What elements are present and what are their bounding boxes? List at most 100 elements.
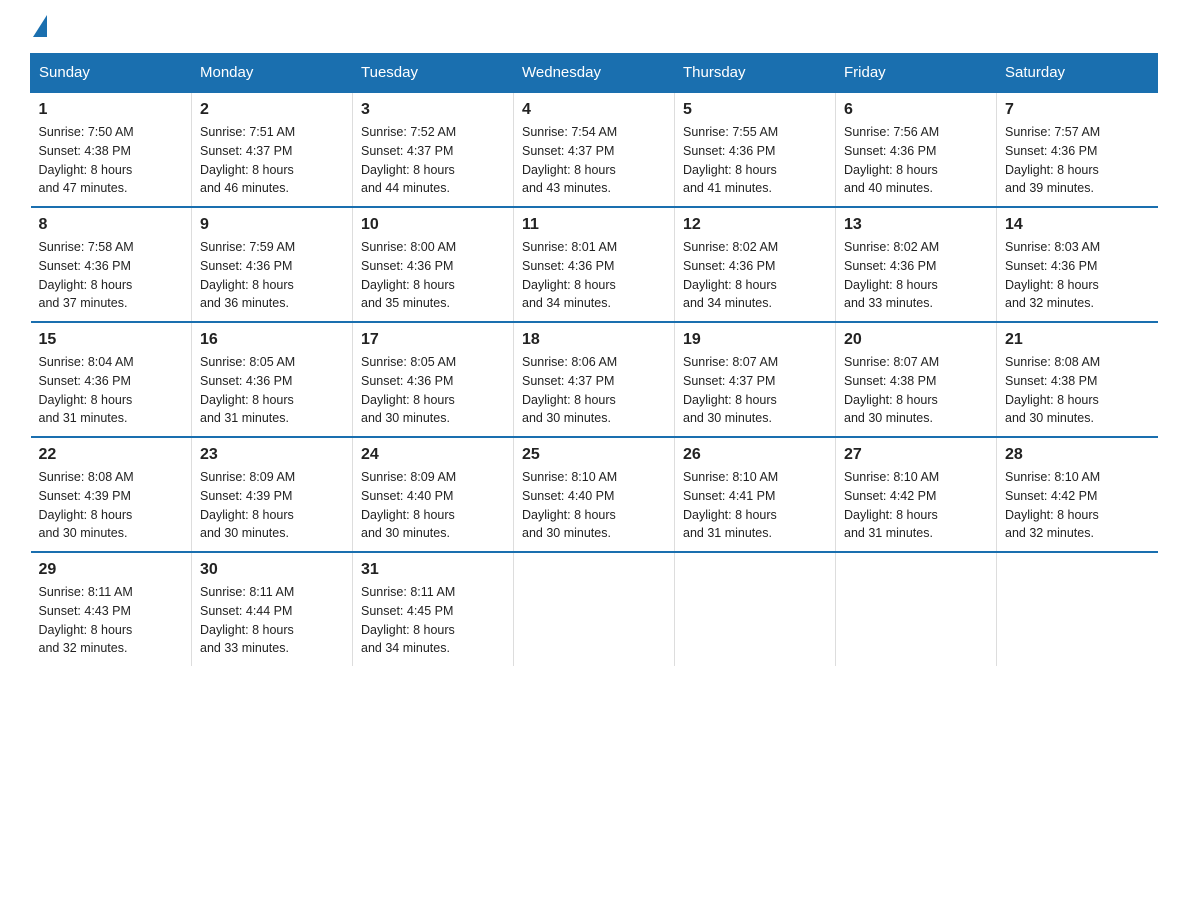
day-info: Sunrise: 8:07 AMSunset: 4:37 PMDaylight:… bbox=[683, 353, 827, 428]
calendar-week-row: 8 Sunrise: 7:58 AMSunset: 4:36 PMDaylight… bbox=[31, 207, 1158, 322]
day-number: 18 bbox=[522, 331, 666, 349]
day-number: 16 bbox=[200, 331, 344, 349]
calendar-cell: 19Sunrise: 8:07 AMSunset: 4:37 PMDayligh… bbox=[675, 322, 836, 437]
day-number: 26 bbox=[683, 446, 827, 464]
calendar-cell: 10 Sunrise: 8:00 AMSunset: 4:36 PMDayligh… bbox=[353, 207, 514, 322]
day-number: 22 bbox=[39, 446, 184, 464]
day-info: Sunrise: 8:10 AMSunset: 4:40 PMDaylight:… bbox=[522, 468, 666, 543]
calendar-cell: 20 Sunrise: 8:07 AMSunset: 4:38 PMDayligh… bbox=[836, 322, 997, 437]
calendar-table: SundayMondayTuesdayWednesdayThursdayFrid… bbox=[30, 53, 1158, 666]
day-info: Sunrise: 7:54 AMSunset: 4:37 PMDaylight:… bbox=[522, 123, 666, 198]
day-info: Sunrise: 7:56 AMSunset: 4:36 PMDaylight:… bbox=[844, 123, 988, 198]
calendar-cell: 15 Sunrise: 8:04 AMSunset: 4:36 PMDayligh… bbox=[31, 322, 192, 437]
day-number: 23 bbox=[200, 446, 344, 464]
day-info: Sunrise: 8:05 AMSunset: 4:36 PMDaylight:… bbox=[200, 353, 344, 428]
day-number: 7 bbox=[1005, 101, 1150, 119]
day-number: 21 bbox=[1005, 331, 1150, 349]
calendar-cell: 4 Sunrise: 7:54 AMSunset: 4:37 PMDaylight… bbox=[514, 92, 675, 207]
day-info: Sunrise: 8:10 AMSunset: 4:42 PMDaylight:… bbox=[844, 468, 988, 543]
calendar-cell: 9Sunrise: 7:59 AMSunset: 4:36 PMDaylight… bbox=[192, 207, 353, 322]
day-number: 2 bbox=[200, 101, 344, 119]
calendar-body: 1 Sunrise: 7:50 AMSunset: 4:38 PMDaylight… bbox=[31, 92, 1158, 666]
day-info: Sunrise: 7:52 AMSunset: 4:37 PMDaylight:… bbox=[361, 123, 505, 198]
logo-triangle-icon bbox=[33, 15, 47, 37]
calendar-week-row: 29 Sunrise: 8:11 AMSunset: 4:43 PMDayligh… bbox=[31, 552, 1158, 666]
calendar-cell: 18Sunrise: 8:06 AMSunset: 4:37 PMDayligh… bbox=[514, 322, 675, 437]
calendar-header: SundayMondayTuesdayWednesdayThursdayFrid… bbox=[31, 54, 1158, 93]
calendar-cell: 26 Sunrise: 8:10 AMSunset: 4:41 PMDayligh… bbox=[675, 437, 836, 552]
calendar-cell: 25 Sunrise: 8:10 AMSunset: 4:40 PMDayligh… bbox=[514, 437, 675, 552]
calendar-cell: 12 Sunrise: 8:02 AMSunset: 4:36 PMDayligh… bbox=[675, 207, 836, 322]
day-info: Sunrise: 8:03 AMSunset: 4:36 PMDaylight:… bbox=[1005, 238, 1150, 313]
calendar-cell: 7 Sunrise: 7:57 AMSunset: 4:36 PMDaylight… bbox=[997, 92, 1158, 207]
calendar-cell: 6Sunrise: 7:56 AMSunset: 4:36 PMDaylight… bbox=[836, 92, 997, 207]
calendar-cell: 23 Sunrise: 8:09 AMSunset: 4:39 PMDayligh… bbox=[192, 437, 353, 552]
header-row: SundayMondayTuesdayWednesdayThursdayFrid… bbox=[31, 54, 1158, 93]
day-info: Sunrise: 8:11 AMSunset: 4:45 PMDaylight:… bbox=[361, 583, 505, 658]
day-number: 28 bbox=[1005, 446, 1150, 464]
calendar-cell: 30 Sunrise: 8:11 AMSunset: 4:44 PMDayligh… bbox=[192, 552, 353, 666]
day-number: 4 bbox=[522, 101, 666, 119]
day-number: 8 bbox=[39, 216, 184, 234]
day-info: Sunrise: 8:11 AMSunset: 4:44 PMDaylight:… bbox=[200, 583, 344, 658]
calendar-cell bbox=[675, 552, 836, 666]
calendar-cell: 29 Sunrise: 8:11 AMSunset: 4:43 PMDayligh… bbox=[31, 552, 192, 666]
day-info: Sunrise: 8:07 AMSunset: 4:38 PMDaylight:… bbox=[844, 353, 988, 428]
day-info: Sunrise: 8:04 AMSunset: 4:36 PMDaylight:… bbox=[39, 353, 184, 428]
day-number: 20 bbox=[844, 331, 988, 349]
calendar-cell: 8 Sunrise: 7:58 AMSunset: 4:36 PMDaylight… bbox=[31, 207, 192, 322]
day-info: Sunrise: 7:57 AMSunset: 4:36 PMDaylight:… bbox=[1005, 123, 1150, 198]
day-number: 30 bbox=[200, 561, 344, 579]
calendar-cell: 5Sunrise: 7:55 AMSunset: 4:36 PMDaylight… bbox=[675, 92, 836, 207]
day-number: 25 bbox=[522, 446, 666, 464]
header-day-thursday: Thursday bbox=[675, 54, 836, 93]
day-info: Sunrise: 8:10 AMSunset: 4:41 PMDaylight:… bbox=[683, 468, 827, 543]
day-info: Sunrise: 8:08 AMSunset: 4:39 PMDaylight:… bbox=[39, 468, 184, 543]
calendar-cell: 27Sunrise: 8:10 AMSunset: 4:42 PMDayligh… bbox=[836, 437, 997, 552]
day-number: 29 bbox=[39, 561, 184, 579]
calendar-cell: 11Sunrise: 8:01 AMSunset: 4:36 PMDayligh… bbox=[514, 207, 675, 322]
header-day-monday: Monday bbox=[192, 54, 353, 93]
calendar-cell: 31 Sunrise: 8:11 AMSunset: 4:45 PMDayligh… bbox=[353, 552, 514, 666]
day-info: Sunrise: 7:50 AMSunset: 4:38 PMDaylight:… bbox=[39, 123, 184, 198]
day-info: Sunrise: 8:11 AMSunset: 4:43 PMDaylight:… bbox=[39, 583, 184, 658]
day-number: 15 bbox=[39, 331, 184, 349]
calendar-week-row: 15 Sunrise: 8:04 AMSunset: 4:36 PMDayligh… bbox=[31, 322, 1158, 437]
calendar-cell bbox=[997, 552, 1158, 666]
page-header bbox=[30, 20, 1158, 33]
calendar-cell: 1 Sunrise: 7:50 AMSunset: 4:38 PMDaylight… bbox=[31, 92, 192, 207]
day-info: Sunrise: 8:02 AMSunset: 4:36 PMDaylight:… bbox=[683, 238, 827, 313]
header-day-friday: Friday bbox=[836, 54, 997, 93]
day-info: Sunrise: 8:02 AMSunset: 4:36 PMDaylight:… bbox=[844, 238, 988, 313]
calendar-cell: 2Sunrise: 7:51 AMSunset: 4:37 PMDaylight… bbox=[192, 92, 353, 207]
calendar-cell: 28 Sunrise: 8:10 AMSunset: 4:42 PMDayligh… bbox=[997, 437, 1158, 552]
day-number: 5 bbox=[683, 101, 827, 119]
day-number: 17 bbox=[361, 331, 505, 349]
calendar-cell: 21 Sunrise: 8:08 AMSunset: 4:38 PMDayligh… bbox=[997, 322, 1158, 437]
day-number: 9 bbox=[200, 216, 344, 234]
logo bbox=[30, 20, 47, 33]
header-day-sunday: Sunday bbox=[31, 54, 192, 93]
day-info: Sunrise: 8:10 AMSunset: 4:42 PMDaylight:… bbox=[1005, 468, 1150, 543]
day-info: Sunrise: 8:09 AMSunset: 4:40 PMDaylight:… bbox=[361, 468, 505, 543]
day-number: 13 bbox=[844, 216, 988, 234]
day-number: 31 bbox=[361, 561, 505, 579]
day-number: 1 bbox=[39, 101, 184, 119]
calendar-cell: 17 Sunrise: 8:05 AMSunset: 4:36 PMDayligh… bbox=[353, 322, 514, 437]
calendar-cell: 16 Sunrise: 8:05 AMSunset: 4:36 PMDayligh… bbox=[192, 322, 353, 437]
day-number: 10 bbox=[361, 216, 505, 234]
day-number: 24 bbox=[361, 446, 505, 464]
calendar-cell: 3 Sunrise: 7:52 AMSunset: 4:37 PMDaylight… bbox=[353, 92, 514, 207]
calendar-cell: 13 Sunrise: 8:02 AMSunset: 4:36 PMDayligh… bbox=[836, 207, 997, 322]
day-info: Sunrise: 8:05 AMSunset: 4:36 PMDaylight:… bbox=[361, 353, 505, 428]
day-number: 11 bbox=[522, 216, 666, 234]
day-number: 12 bbox=[683, 216, 827, 234]
day-info: Sunrise: 7:58 AMSunset: 4:36 PMDaylight:… bbox=[39, 238, 184, 313]
day-info: Sunrise: 8:09 AMSunset: 4:39 PMDaylight:… bbox=[200, 468, 344, 543]
calendar-cell: 22 Sunrise: 8:08 AMSunset: 4:39 PMDayligh… bbox=[31, 437, 192, 552]
calendar-week-row: 22 Sunrise: 8:08 AMSunset: 4:39 PMDayligh… bbox=[31, 437, 1158, 552]
calendar-cell bbox=[514, 552, 675, 666]
day-info: Sunrise: 8:00 AMSunset: 4:36 PMDaylight:… bbox=[361, 238, 505, 313]
day-number: 3 bbox=[361, 101, 505, 119]
day-info: Sunrise: 8:08 AMSunset: 4:38 PMDaylight:… bbox=[1005, 353, 1150, 428]
